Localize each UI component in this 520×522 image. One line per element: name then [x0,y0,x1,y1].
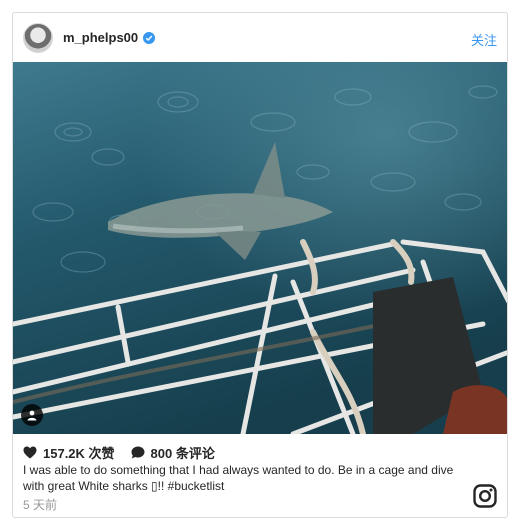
comment-bubble-icon [131,446,145,459]
likes-stat[interactable]: 157.2K 次赞 [23,443,115,462]
avatar[interactable] [23,22,53,53]
username[interactable]: m_phelps00 [63,30,138,45]
comments-stat[interactable]: 800 条评论 [131,443,215,462]
post-photo[interactable] [13,62,507,434]
verified-badge-icon [143,31,156,44]
post-caption: I was able to do something that I had al… [23,463,454,493]
shark-cage-photo [13,62,507,434]
engagement-bar: 157.2K 次赞 800 条评论 [23,443,215,462]
likes-count: 157.2K 次赞 [43,446,115,461]
follow-button[interactable]: 关注 [471,30,497,49]
person-tag-icon[interactable] [21,404,43,426]
instagram-embed-card: m_phelps00 关注 157.2K 次赞 800 条评论 I was ab… [12,12,508,518]
comments-count: 800 条评论 [150,446,215,461]
post-timestamp: 5 天前 [23,498,58,512]
heart-icon [23,446,37,459]
instagram-logo-icon[interactable] [473,484,497,513]
post-header: m_phelps00 关注 [13,13,507,62]
